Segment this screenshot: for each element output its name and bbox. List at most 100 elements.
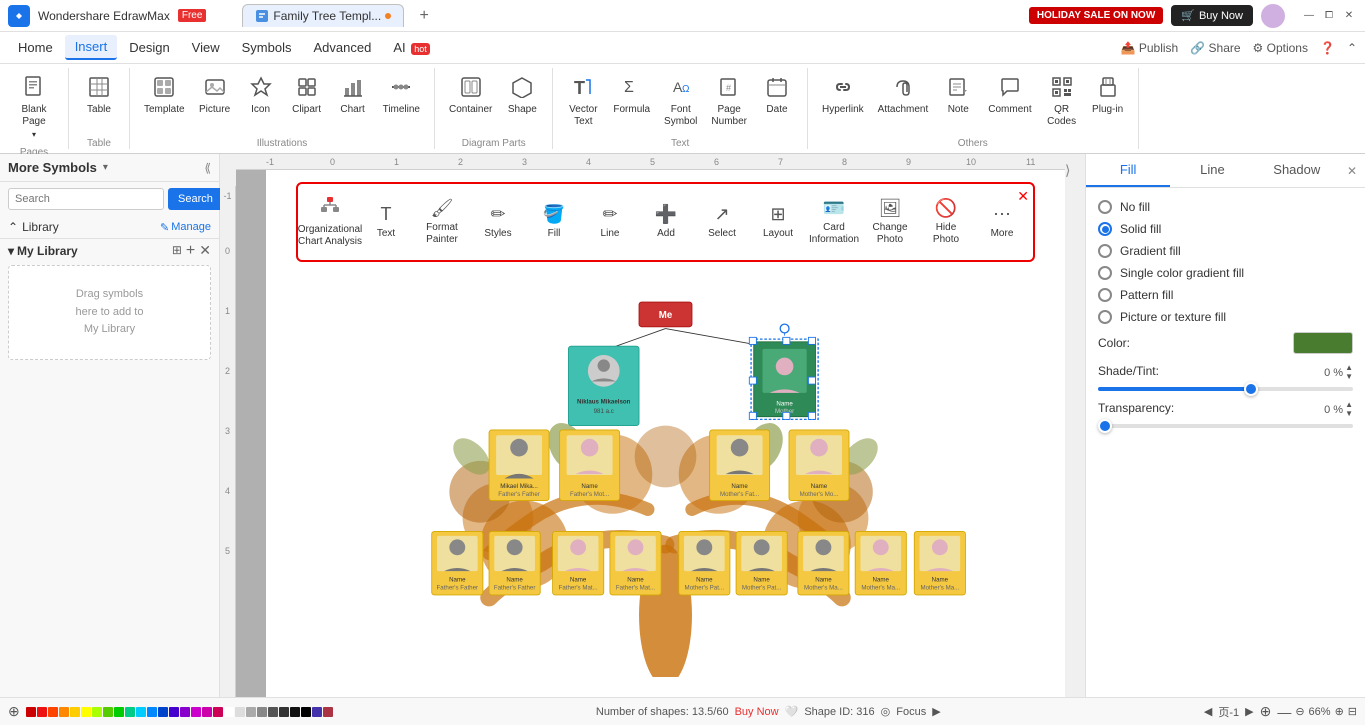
user-avatar[interactable]	[1261, 4, 1285, 28]
change-photo-button[interactable]: 🖼 ChangePhoto	[862, 194, 918, 250]
zoom-out[interactable]: —	[1277, 704, 1291, 720]
palette-white[interactable]	[224, 707, 234, 717]
picture-button[interactable]: Picture	[193, 72, 237, 120]
collapse-ribbon-button[interactable]: ⌃	[1347, 41, 1357, 55]
manage-button[interactable]: ✎ Manage	[160, 221, 211, 234]
color-swatch[interactable]	[1293, 332, 1353, 354]
help-button[interactable]: ❓	[1320, 41, 1335, 55]
formula-button[interactable]: Σ Formula	[607, 72, 656, 120]
card-mm[interactable]: Name Mother's Mo...	[789, 430, 849, 501]
palette-red[interactable]	[26, 707, 36, 717]
menu-symbols[interactable]: Symbols	[232, 36, 302, 59]
attachment-button[interactable]: Attachment	[872, 72, 935, 120]
menu-design[interactable]: Design	[119, 36, 179, 59]
palette-orange[interactable]	[59, 707, 69, 717]
canvas-area[interactable]: OrganizationalChart Analysis T Text 🖌 Fo…	[236, 170, 1065, 697]
fit-icon[interactable]: ⊟	[1348, 705, 1357, 718]
card-info-button[interactable]: 🪪 CardInformation	[806, 194, 862, 250]
radio-gradient-fill[interactable]	[1098, 244, 1112, 258]
font-symbol-button[interactable]: AΩ FontSymbol	[658, 72, 703, 132]
table-button[interactable]: Table	[77, 72, 121, 120]
palette-near-black[interactable]	[279, 707, 289, 717]
zoom-plus-icon[interactable]: ⊕	[1335, 705, 1344, 718]
plugin-button[interactable]: Plug-in	[1086, 72, 1130, 120]
tab-line[interactable]: Line	[1170, 154, 1254, 187]
palette-green[interactable]	[103, 707, 113, 717]
template-button[interactable]: Template	[138, 72, 191, 120]
card-mmm1[interactable]: Name Mother's Ma...	[914, 531, 965, 595]
palette-mid-gray[interactable]	[257, 707, 267, 717]
fill-option-picture[interactable]: Picture or texture fill	[1098, 310, 1353, 324]
transparency-up[interactable]: ▲	[1345, 401, 1353, 409]
transparency-slider-track[interactable]	[1098, 424, 1353, 428]
zoom-minus-icon[interactable]: ⊖	[1295, 705, 1304, 718]
add-page[interactable]: ⊕	[1260, 703, 1272, 720]
container-button[interactable]: Container	[443, 72, 498, 120]
search-button[interactable]: Search	[168, 188, 223, 210]
icon-button[interactable]: Icon	[239, 72, 283, 120]
menu-view[interactable]: View	[182, 36, 230, 59]
fill-button-float[interactable]: 🪣 Fill	[526, 200, 582, 244]
palette-yellow2[interactable]	[81, 707, 91, 717]
page-prev[interactable]: ◀	[1204, 705, 1212, 718]
clipart-button[interactable]: Clipart	[285, 72, 329, 120]
palette-purple[interactable]	[180, 707, 190, 717]
menu-ai[interactable]: AI hot	[383, 36, 439, 59]
fill-option-pattern[interactable]: Pattern fill	[1098, 288, 1353, 302]
minimize-button[interactable]: —	[1301, 8, 1317, 24]
radio-pattern[interactable]	[1098, 288, 1112, 302]
shade-up[interactable]: ▲	[1345, 364, 1353, 372]
card-fff2[interactable]: Name Father's Father	[489, 531, 540, 595]
my-library-layout-button[interactable]: ⊞	[172, 243, 182, 259]
palette-lime[interactable]	[92, 707, 102, 717]
comment-button[interactable]: Comment	[982, 72, 1037, 120]
palette-black[interactable]	[301, 707, 311, 717]
tab-family-tree[interactable]: Family Tree Templ...	[242, 4, 404, 27]
buy-now-status[interactable]: Buy Now	[735, 706, 779, 718]
palette-dark-blue[interactable]	[158, 707, 168, 717]
palette-blue[interactable]	[147, 707, 157, 717]
card-mf[interactable]: Name Mother's Fat...	[710, 430, 770, 501]
qr-codes-button[interactable]: QRCodes	[1040, 72, 1084, 132]
card-mmf2[interactable]: Name Mother's Ma...	[855, 531, 906, 595]
styles-button[interactable]: ✏ Styles	[470, 200, 526, 244]
date-button[interactable]: Date	[755, 72, 799, 120]
card-ff[interactable]: Mikael Mika... Father's Father	[489, 430, 549, 501]
sidebar-dropdown-icon[interactable]: ▾	[103, 162, 108, 173]
palette-black2[interactable]	[290, 707, 300, 717]
buy-now-button[interactable]: 🛒 Buy Now	[1171, 5, 1253, 26]
palette-light-gray[interactable]	[235, 707, 245, 717]
org-chart-analysis-button[interactable]: OrganizationalChart Analysis	[302, 192, 358, 252]
palette-yellow[interactable]	[70, 707, 80, 717]
palette-navy[interactable]	[312, 707, 322, 717]
hide-photo-button[interactable]: 🚫 Hide Photo	[918, 194, 974, 250]
card-mff1[interactable]: Name Mother's Pat...	[679, 531, 730, 595]
menu-advanced[interactable]: Advanced	[303, 36, 381, 59]
card-me[interactable]: Me	[639, 302, 692, 327]
palette-gray[interactable]	[246, 707, 256, 717]
vector-text-button[interactable]: T VectorText	[561, 72, 605, 132]
fill-option-none[interactable]: No fill	[1098, 200, 1353, 214]
layout-button-float[interactable]: ⊞ Layout	[750, 200, 806, 244]
palette-pink[interactable]	[202, 707, 212, 717]
maximize-button[interactable]: ⧠	[1321, 8, 1337, 24]
page-next[interactable]: ▶	[1245, 705, 1253, 718]
shade-slider-thumb[interactable]	[1244, 382, 1258, 396]
palette-magenta[interactable]	[191, 707, 201, 717]
float-toolbar-close[interactable]: ✕	[1017, 188, 1029, 205]
radio-picture[interactable]	[1098, 310, 1112, 324]
note-button[interactable]: Note	[936, 72, 980, 120]
palette-dark-gray[interactable]	[268, 707, 278, 717]
add-button-float[interactable]: ➕ Add	[638, 200, 694, 244]
palette-green2[interactable]	[114, 707, 124, 717]
menu-insert[interactable]: Insert	[65, 35, 118, 60]
my-library-add-button[interactable]: +	[186, 243, 195, 259]
fill-option-solid[interactable]: Solid fill	[1098, 222, 1353, 236]
timeline-button[interactable]: Timeline	[377, 72, 426, 120]
format-painter-button[interactable]: 🖌 FormatPainter	[414, 194, 470, 250]
card-mff2[interactable]: Name Mother's Pat...	[736, 531, 787, 595]
close-button[interactable]: ✕	[1341, 8, 1357, 24]
card-mother[interactable]: Name Mother	[749, 324, 818, 419]
page-number-button[interactable]: # PageNumber	[705, 72, 753, 132]
search-input[interactable]	[8, 188, 164, 210]
